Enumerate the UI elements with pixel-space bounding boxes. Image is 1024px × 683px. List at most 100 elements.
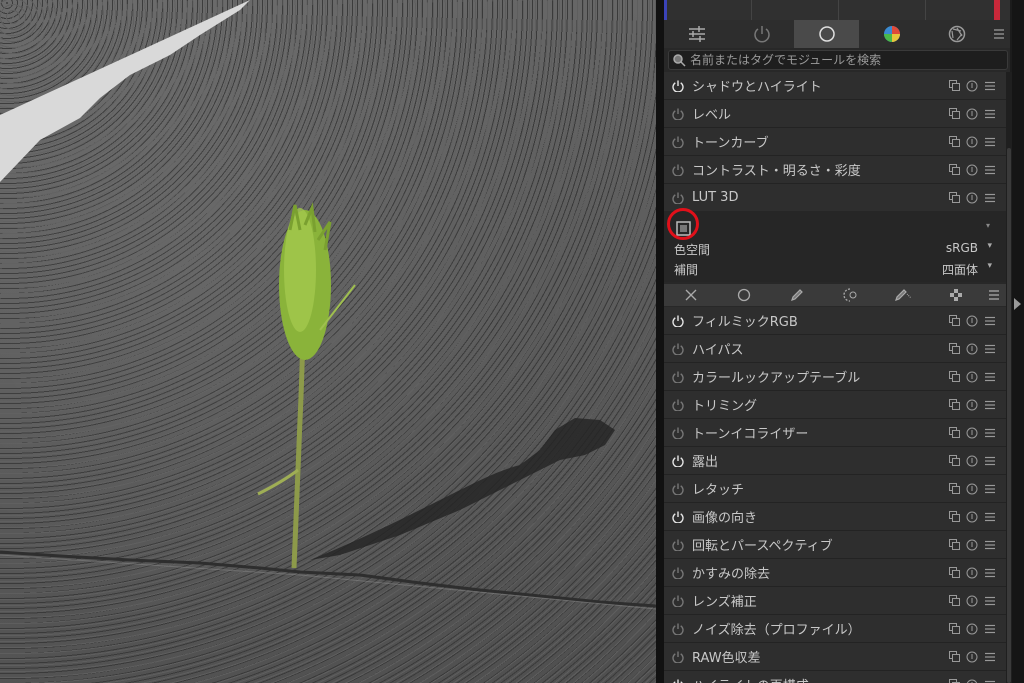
presets-button[interactable] [984,651,996,663]
tab-active-modules[interactable] [729,20,794,48]
module-row[interactable]: 画像の向き [664,503,1006,531]
module-row[interactable]: コントラスト・明るさ・彩度 [664,156,1006,184]
multi-instance-button[interactable] [948,343,960,355]
module-power-toggle[interactable] [664,595,692,607]
reset-button[interactable] [966,567,978,579]
module-row[interactable]: レタッチ [664,475,1006,503]
multi-instance-button[interactable] [948,427,960,439]
multi-instance-button[interactable] [948,483,960,495]
module-row[interactable]: 露出 [664,447,1006,475]
multi-instance-button[interactable] [948,371,960,383]
module-row[interactable]: トーンイコライザー [664,419,1006,447]
module-power-toggle[interactable] [664,427,692,439]
presets-button[interactable] [984,427,996,439]
panel-divider[interactable] [656,0,664,683]
multi-instance-button[interactable] [948,651,960,663]
reset-button[interactable] [966,455,978,467]
multi-instance-button[interactable] [948,595,960,607]
module-power-toggle[interactable] [664,567,692,579]
multi-instance-button[interactable] [948,164,960,176]
module-power-toggle[interactable] [664,108,692,120]
module-power-toggle[interactable] [664,371,692,383]
blend-uniform-button[interactable] [717,284,770,306]
blend-raster-mask-button[interactable] [929,284,982,306]
reset-button[interactable] [966,315,978,327]
presets-button[interactable] [984,483,996,495]
module-power-toggle[interactable] [664,399,692,411]
colorspace-row[interactable]: 色空間 sRGB [674,241,992,258]
right-panel-collapse-edge[interactable] [1012,0,1024,683]
image-canvas[interactable] [0,0,656,683]
colorspace-dropdown[interactable]: sRGB [946,241,992,258]
reset-button[interactable] [966,164,978,176]
blend-drawn-mask-button[interactable] [770,284,823,306]
multi-instance-button[interactable] [948,80,960,92]
reset-button[interactable] [966,651,978,663]
multi-instance-button[interactable] [948,455,960,467]
reset-button[interactable] [966,399,978,411]
presets-button[interactable] [984,539,996,551]
module-row[interactable]: シャドウとハイライト [664,72,1006,100]
module-power-toggle[interactable] [664,651,692,663]
module-row[interactable]: 回転とパースペクティブ [664,531,1006,559]
presets-button[interactable] [984,399,996,411]
presets-button[interactable] [984,164,996,176]
module-power-toggle[interactable] [664,343,692,355]
module-row[interactable]: レベル [664,100,1006,128]
interpolation-row[interactable]: 補間 四面体 [674,261,992,278]
module-row[interactable]: ハイライトの再構成 [664,671,1006,683]
reset-button[interactable] [966,108,978,120]
multi-instance-button[interactable] [948,315,960,327]
module-row[interactable]: LUT 3D [664,184,1006,212]
reset-button[interactable] [966,623,978,635]
presets-button[interactable] [984,371,996,383]
module-power-toggle[interactable] [664,455,692,467]
presets-button[interactable] [984,192,996,204]
module-power-toggle[interactable] [664,483,692,495]
reset-button[interactable] [966,679,978,683]
module-power-toggle[interactable] [664,315,692,327]
blend-drawn-parametric-button[interactable] [876,284,929,306]
presets-button[interactable] [984,343,996,355]
presets-button[interactable] [984,455,996,467]
presets-button[interactable] [984,595,996,607]
reset-button[interactable] [966,343,978,355]
presets-button[interactable] [984,315,996,327]
tab-base-group[interactable] [794,20,859,48]
tab-quick-access[interactable] [664,20,729,48]
reset-button[interactable] [966,595,978,607]
module-row[interactable]: フィルミックRGB [664,307,1006,335]
module-row[interactable]: ノイズ除去（プロファイル） [664,615,1006,643]
multi-instance-button[interactable] [948,511,960,523]
presets-button[interactable] [984,567,996,579]
tab-color-group[interactable] [859,20,924,48]
interpolation-dropdown[interactable]: 四面体 [942,261,992,278]
module-power-toggle[interactable] [664,623,692,635]
module-power-toggle[interactable] [664,192,692,204]
module-power-toggle[interactable] [664,539,692,551]
blend-menu-button[interactable] [982,284,1006,306]
reset-button[interactable] [966,136,978,148]
module-row[interactable]: カラールックアップテーブル [664,363,1006,391]
reset-button[interactable] [966,483,978,495]
reset-button[interactable] [966,80,978,92]
module-power-toggle[interactable] [664,679,692,683]
module-row[interactable]: トーンカーブ [664,128,1006,156]
multi-instance-button[interactable] [948,192,960,204]
multi-instance-button[interactable] [948,399,960,411]
blend-off-button[interactable] [664,284,717,306]
module-row[interactable]: かすみの除去 [664,559,1006,587]
module-search-input[interactable] [686,53,994,67]
module-power-toggle[interactable] [664,136,692,148]
presets-button[interactable] [984,679,996,683]
presets-button[interactable] [984,623,996,635]
reset-button[interactable] [966,511,978,523]
expand-arrow-icon[interactable] [1014,298,1021,310]
presets-button[interactable] [984,511,996,523]
multi-instance-button[interactable] [948,623,960,635]
reset-button[interactable] [966,192,978,204]
module-power-toggle[interactable] [664,164,692,176]
histogram[interactable] [664,0,1010,20]
group-presets-menu[interactable] [989,20,1009,48]
multi-instance-button[interactable] [948,679,960,683]
